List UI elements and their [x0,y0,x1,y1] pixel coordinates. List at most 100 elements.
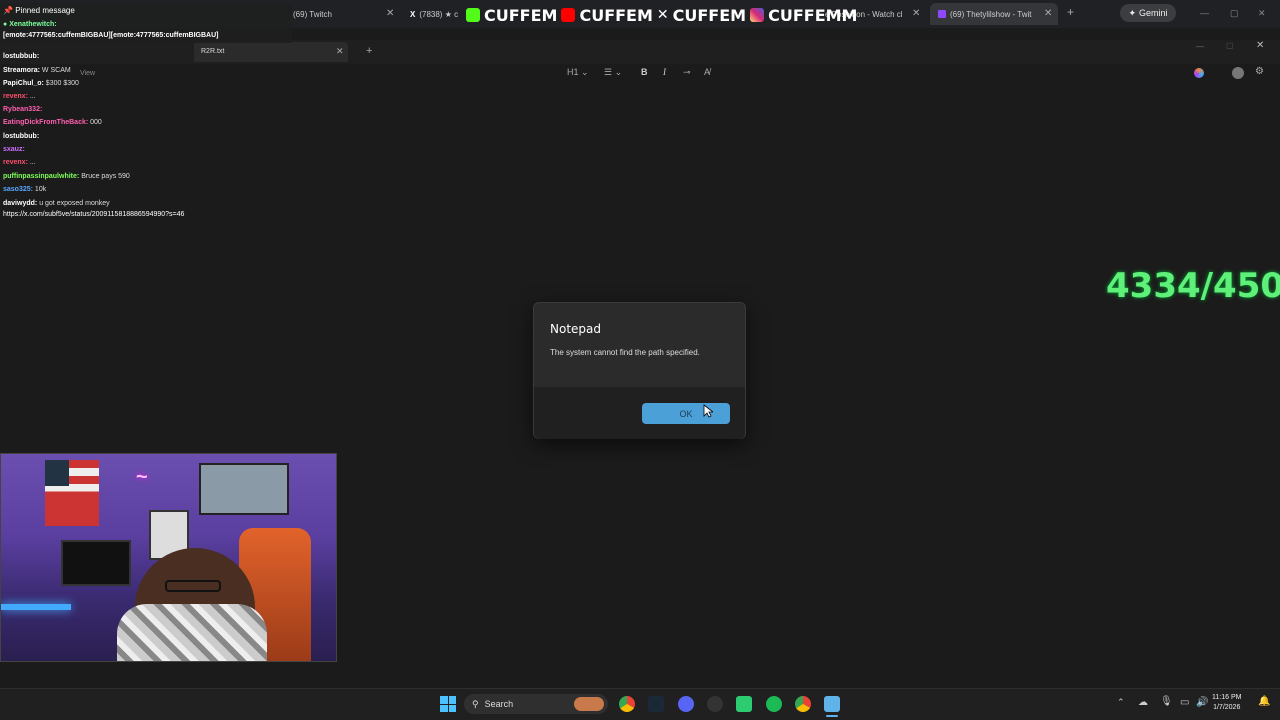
pinned-header: 📌 Pinned message [3,6,75,15]
chat-message: lostubbub: [3,53,39,60]
banner-text: CUFFEM [672,5,747,25]
chat-message: revenx: ... [3,93,36,100]
spotify-icon[interactable] [766,696,782,712]
gear-icon[interactable]: ⚙ [1255,66,1264,77]
close-icon[interactable]: ✕ [912,8,920,19]
chat-message: revenx: ... [3,159,36,166]
chat-user: daviwydd: [3,200,38,207]
badge-icon: ● [3,21,8,28]
chat-text: ... [29,159,36,166]
start-icon[interactable] [440,696,456,712]
clear-format-icon[interactable]: A̸ [704,67,710,77]
cuffem-banner: CUFFEM CUFFEM ✕ CUFFEM CUFFEMM [466,5,858,25]
tab-thetylilshow[interactable]: (69) Thetylilshow - Twit [930,3,1058,25]
link-icon[interactable]: ⊸ [683,67,691,78]
chevron-up-icon[interactable]: ⌃ [1117,697,1125,708]
chrome-icon[interactable] [619,696,635,712]
dialog-title: Notepad [550,322,601,336]
active-app-indicator [826,715,838,717]
close-icon[interactable]: ✕ [1258,8,1266,19]
chat-message: lostubbub: [3,133,39,140]
close-icon[interactable]: ✕ [336,46,344,57]
italic-button[interactable]: I [663,67,666,77]
avatar[interactable] [1232,67,1244,79]
search-icon: ⚲ [472,698,479,709]
steam-icon[interactable] [648,696,664,712]
volume-icon[interactable]: 🔊 [1196,697,1208,708]
minimize-icon[interactable]: — [1200,8,1209,18]
chat-text: ... [29,93,36,100]
tab-twitch-1[interactable]: (69) Twitch [293,4,332,24]
close-icon[interactable]: ✕ [1256,40,1264,51]
chat-user: Streamora: [3,67,40,74]
chat-message: saso325: 10k [3,186,46,193]
maximize-icon[interactable]: ▢ [1230,8,1239,19]
gemini-button[interactable]: ✦ Gemini [1120,4,1176,22]
chat-overlay: 📌 Pinned message ● Xenathewitch: [emote:… [0,0,292,226]
heading-button[interactable]: H1 ⌄ [567,67,589,78]
taskbar-search[interactable]: ⚲ Search [464,694,608,714]
chat-user: sxauz: [3,146,25,153]
microphone-icon[interactable]: 🎙 [1160,696,1173,707]
led-strip [1,604,71,610]
chat-user: puffinpassinpaulwhite: [3,173,80,180]
instagram-icon [750,8,765,22]
chat-user: Rybean332: [3,106,43,113]
chat-message: PapiChul_o: $300 $300 [3,80,79,87]
chat-message: Rybean332: [3,106,42,113]
banner-text: CUFFEMM [768,5,858,25]
app-green-icon[interactable] [736,696,752,712]
app-icon[interactable] [707,696,723,712]
network-icon[interactable]: ▭ [1180,697,1189,708]
x-logo-icon: X [410,9,416,19]
copilot-icon[interactable] [1194,68,1204,78]
search-label: Search [484,699,514,709]
notepad-icon[interactable] [824,696,840,712]
tab-x[interactable]: X (7838) ★ c [410,4,458,24]
pin-icon: 📌 [3,6,13,15]
new-tab-icon[interactable]: + [366,45,372,57]
taskbar [0,688,1280,720]
chrome-icon[interactable] [795,696,811,712]
pinned-user-name: Xenathewitch: [9,21,57,28]
clock-time: 11:16 PM [1212,694,1242,701]
chat-user: lostubbub: [3,53,40,60]
ok-button[interactable]: OK [642,403,730,424]
discord-icon[interactable] [678,696,694,712]
list-icon[interactable]: ☰ ⌄ [604,67,622,78]
bold-button[interactable]: B [641,67,648,77]
neon-sign: ~ [136,466,148,488]
tab-label: (7838) ★ c [419,9,459,19]
notification-bell-icon[interactable]: 🔔 [1258,696,1270,707]
search-highlight-icon [574,697,604,711]
heading-label: H1 [567,67,579,77]
chat-message: Streamora: W SCAM [3,67,71,74]
chat-message: puffinpassinpaulwhite: Bruce pays 590 [3,173,130,180]
chat-text: 10k [34,186,47,193]
sparkle-icon: ✦ [1128,7,1137,18]
chat-link[interactable]: https://x.com/subf5ve/status/20091158188… [3,211,184,218]
pinned-label: Pinned message [15,6,75,15]
chat-user: saso325: [3,186,33,193]
pinned-user: ● Xenathewitch: [3,21,57,28]
taskbar-clock[interactable]: 11:16 PM 1/7/2026 [1212,693,1241,713]
minimize-icon[interactable]: — [1196,42,1204,51]
maximize-icon[interactable]: ▢ [1226,41,1234,50]
chat-message: EatingDickFromTheBack: 000 [3,119,102,126]
goal-counter: 4334/4500 [1106,266,1280,306]
close-icon[interactable]: ✕ [1044,8,1052,19]
chat-text: $300 $300 [45,80,79,87]
tab-label: (69) Thetylilshow - Twit [950,9,1032,19]
webcam-feed: ~ [0,453,337,662]
clock-date: 1/7/2026 [1213,704,1241,711]
framed-photo [199,463,289,515]
kick-icon [466,8,480,22]
tab-label: (69) Twitch [293,9,332,19]
chat-user: EatingDickFromTheBack: [3,119,89,126]
cloud-icon[interactable]: ☁ [1138,697,1148,708]
dark-poster [61,540,131,586]
pinned-text: [emote:4777565:cuffemBIGBAU][emote:47775… [3,32,219,39]
new-tab-icon[interactable]: + [1067,5,1074,19]
close-icon[interactable]: ✕ [386,8,394,19]
youtube-icon [561,8,576,22]
